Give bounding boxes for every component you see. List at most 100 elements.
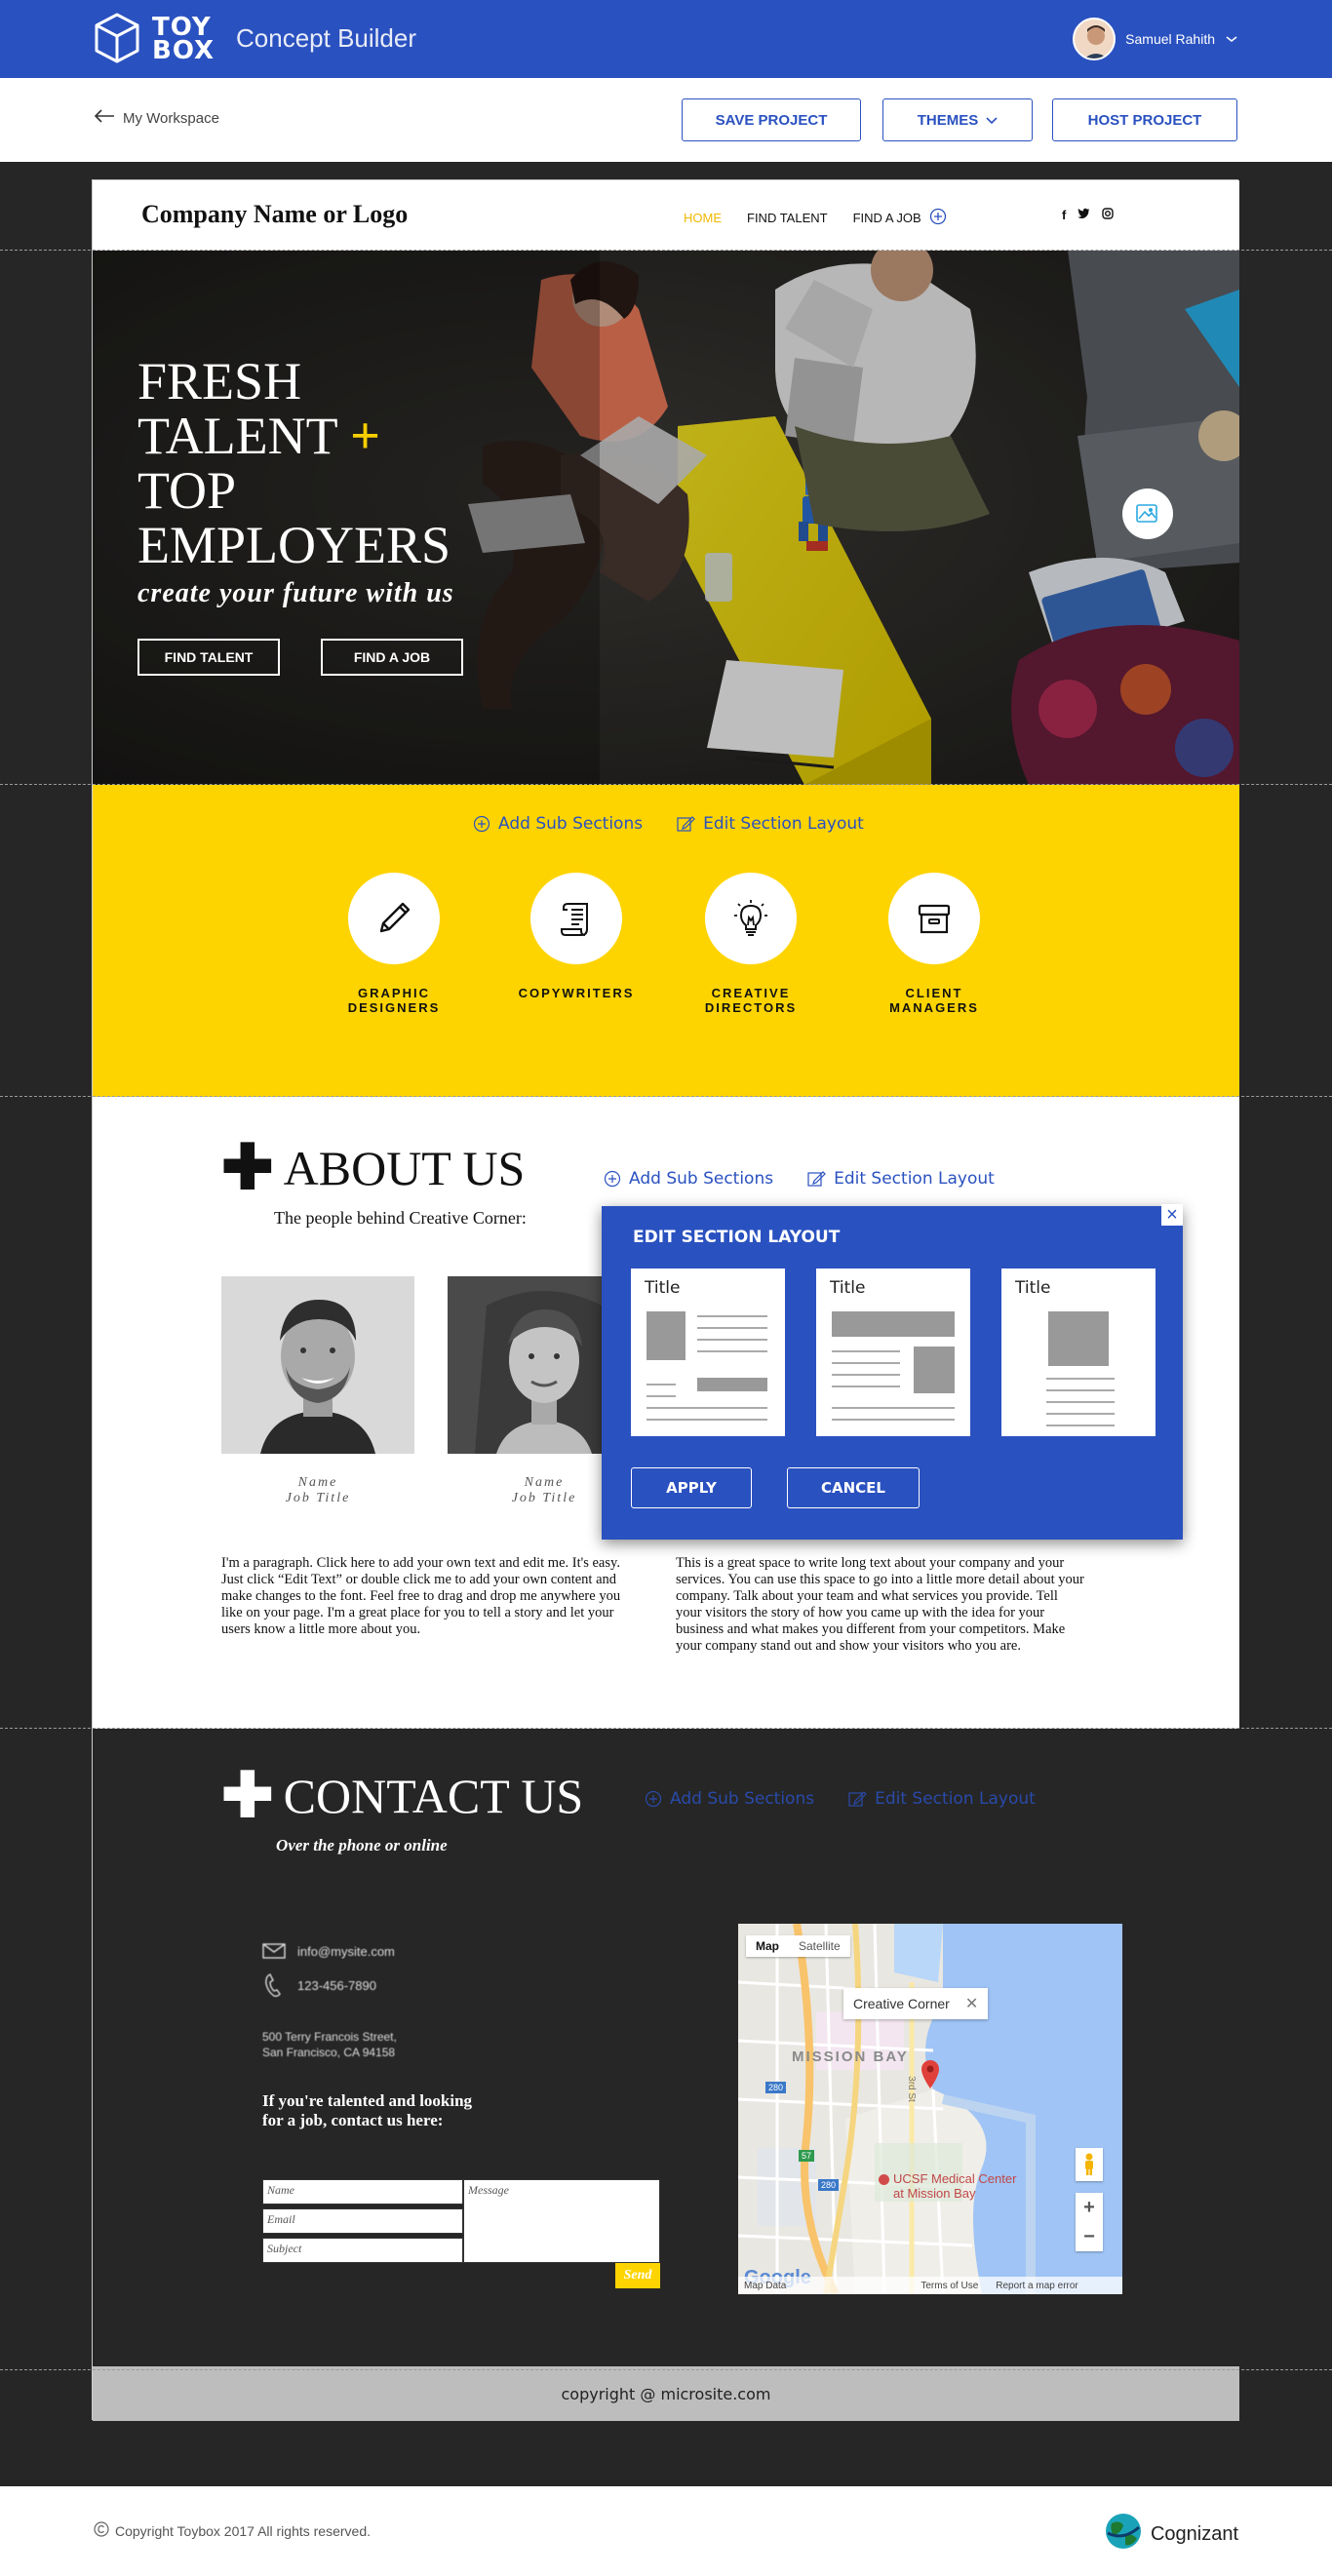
categories-section[interactable]: Add Sub Sections Edit Section Layout GRA… (93, 785, 1239, 1097)
add-nav-item-icon[interactable] (929, 208, 947, 228)
category-label-line1: CLIENT (905, 986, 963, 1000)
contact-name-input[interactable]: Name (262, 2179, 463, 2205)
category-client-managers[interactable]: CLIENT MANAGERS (866, 873, 1002, 1015)
app-footer: Copyright Toybox 2017 All rights reserve… (0, 2486, 1332, 2576)
scroll-icon (530, 873, 622, 964)
category-creative-directors[interactable]: CREATIVE DIRECTORS (683, 873, 819, 1015)
contact-email-input[interactable]: Email (262, 2208, 463, 2234)
host-project-button[interactable]: HOST PROJECT (1052, 98, 1237, 141)
edit-section-layout-button[interactable]: Edit Section Layout (676, 814, 864, 834)
close-icon[interactable]: × (1161, 1204, 1183, 1226)
about-paragraph-1[interactable]: I'm a paragraph. Click here to add your … (221, 1555, 633, 1638)
map-info-window[interactable]: Creative Corner ✕ (843, 1988, 989, 2019)
layout-option-1[interactable]: Title (631, 1268, 785, 1436)
map-popup-title: Creative Corner (853, 1996, 950, 2011)
layout-option-2[interactable]: Title (816, 1268, 970, 1436)
logo-line-2: BOX (152, 36, 215, 65)
arrow-left-icon (94, 109, 115, 127)
themes-dropdown-button[interactable]: THEMES (882, 98, 1033, 141)
cta-line-1: If you're talented and looking (262, 2091, 473, 2110)
user-menu[interactable]: Samuel Rahith (1073, 18, 1238, 60)
contact-subtitle[interactable]: Over the phone or online (276, 1836, 448, 1855)
map-zoom-controls: + − (1076, 2193, 1103, 2251)
contact-title[interactable]: ✚ CONTACT US (221, 1765, 584, 1827)
map-terms-link[interactable]: Terms of Use (921, 2281, 978, 2291)
contact-cta: If you're talented and looking for a job… (262, 2091, 472, 2130)
nav-home[interactable]: HOME (684, 211, 722, 225)
about-title-text: ABOUT US (283, 1141, 526, 1195)
twitter-icon[interactable] (1077, 208, 1090, 222)
edit-section-layout-button[interactable]: Edit Section Layout (847, 1789, 1036, 1809)
change-image-icon[interactable] (1122, 488, 1173, 539)
zoom-in-button[interactable]: + (1083, 2197, 1095, 2219)
layout-option-title: Title (1015, 1278, 1051, 1298)
category-copywriters[interactable]: COPYWRITERS (508, 873, 645, 1000)
pegman-icon[interactable] (1076, 2148, 1103, 2181)
hero-section[interactable]: FRESH TALENT + TOP EMPLOYERS create your… (93, 251, 1239, 785)
phone-text: 123-456-7890 (297, 1977, 376, 1993)
site-brand[interactable]: Company Name or Logo (141, 200, 408, 229)
add-sub-sections-button[interactable]: Add Sub Sections (604, 1169, 773, 1189)
contact-phone[interactable]: 123-456-7890 (262, 1972, 376, 1998)
category-label-line1: CREATIVE (711, 986, 791, 1000)
facebook-icon[interactable]: f (1062, 208, 1066, 222)
hero-subtitle[interactable]: create your future with us (137, 578, 454, 609)
hero-find-talent-button[interactable]: FIND TALENT (137, 639, 280, 676)
site-nav-links: HOME FIND TALENT FIND A JOB (684, 208, 947, 228)
cognizant-logo: Cognizant (1104, 2512, 1238, 2556)
map-tab-satellite[interactable]: Satellite (789, 1935, 850, 1957)
add-sub-sections-label: Add Sub Sections (670, 1789, 815, 1809)
about-paragraph-2[interactable]: This is a great space to write long text… (676, 1555, 1085, 1655)
instagram-icon[interactable] (1102, 208, 1115, 222)
nav-find-talent[interactable]: FIND TALENT (747, 211, 828, 225)
apply-button[interactable]: APPLY (631, 1467, 752, 1508)
hero-headline[interactable]: FRESH TALENT + TOP EMPLOYERS (137, 354, 451, 572)
category-graphic-designers[interactable]: GRAPHIC DESIGNERS (326, 873, 462, 1015)
add-sub-sections-label: Add Sub Sections (629, 1169, 774, 1189)
hero-find-job-button[interactable]: FIND A JOB (321, 639, 463, 676)
edit-section-layout-button[interactable]: Edit Section Layout (806, 1169, 995, 1189)
edit-section-layout-label: Edit Section Layout (875, 1789, 1036, 1809)
contact-address[interactable]: 500 Terry Francois Street, San Francisco… (262, 2029, 397, 2060)
layout-option-3[interactable]: Title (1001, 1268, 1156, 1436)
phone-icon (265, 1973, 281, 1997)
section-guide (0, 2369, 1332, 2370)
add-sub-sections-button[interactable]: Add Sub Sections (473, 814, 643, 834)
back-to-workspace-link[interactable]: My Workspace (94, 109, 219, 127)
team-photo-man[interactable] (221, 1276, 414, 1454)
edit-icon (807, 1171, 826, 1187)
add-sub-sections-button[interactable]: Add Sub Sections (645, 1789, 814, 1809)
section-guide (0, 1096, 1332, 1097)
contact-subject-input[interactable]: Subject (262, 2238, 463, 2263)
map-tab-map[interactable]: Map (746, 1935, 789, 1957)
zoom-out-button[interactable]: − (1083, 2226, 1095, 2248)
layout-option-title: Title (830, 1278, 866, 1298)
section-guide (0, 250, 1332, 251)
close-icon[interactable]: ✕ (965, 1994, 978, 2013)
user-avatar (1073, 18, 1117, 60)
contact-email[interactable]: info@mysite.com (262, 1943, 395, 1959)
map-report-link[interactable]: Report a map error (996, 2281, 1077, 2291)
app-copyright: Copyright Toybox 2017 All rights reserve… (94, 2521, 371, 2540)
nav-find-job[interactable]: FIND A JOB (853, 211, 921, 225)
contact-section[interactable]: ✚ CONTACT US Over the phone or online Ad… (93, 1729, 1239, 2366)
cancel-button[interactable]: CANCEL (787, 1467, 920, 1508)
edit-section-layout-label: Edit Section Layout (834, 1169, 995, 1189)
hospital-icon (879, 2174, 889, 2186)
send-button[interactable]: Send (615, 2263, 660, 2288)
save-project-button[interactable]: SAVE PROJECT (682, 98, 861, 141)
highway-shield-57: 57 (799, 2150, 815, 2162)
hero-line-2: TALENT (137, 407, 337, 465)
app-logo-text: TOY BOX (152, 15, 215, 65)
contact-title-text: CONTACT US (283, 1769, 584, 1823)
map-pin-icon[interactable] (920, 2058, 941, 2094)
contact-message-textarea[interactable]: Message (463, 2179, 660, 2263)
highway-shield-280: 280 (765, 2082, 787, 2093)
location-map[interactable]: Map Satellite Creative Corner ✕ MISSION … (738, 1924, 1122, 2294)
team-member-1-caption[interactable]: Name Job Title (221, 1475, 414, 1506)
about-subtitle[interactable]: The people behind Creative Corner: (274, 1208, 527, 1229)
section-controls: Add Sub Sections Edit Section Layout (604, 1169, 995, 1189)
site-footer[interactable]: copyright @ microsite.com (93, 2366, 1239, 2421)
about-title[interactable]: ✚ ABOUT US (221, 1137, 526, 1199)
edit-icon (677, 816, 695, 832)
